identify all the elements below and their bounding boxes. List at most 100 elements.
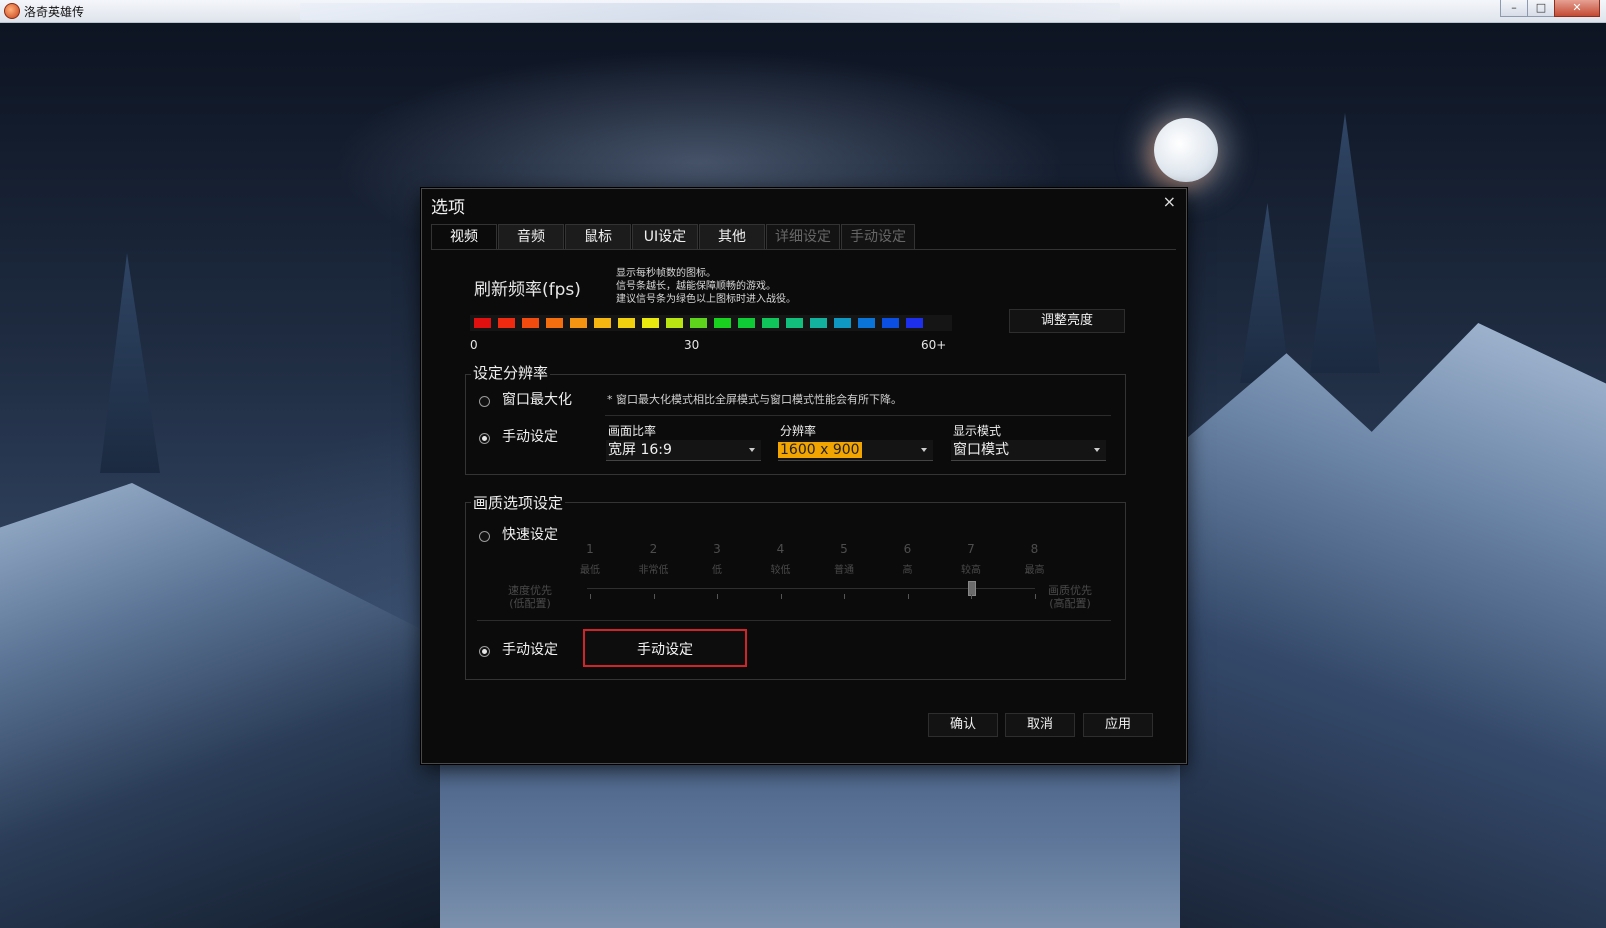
fps-meter-segment bbox=[666, 318, 683, 328]
quality-level-number: 3 bbox=[713, 542, 721, 556]
radio-manual-quality[interactable] bbox=[479, 646, 490, 657]
tab-detail-settings: 详细设定 bbox=[766, 224, 840, 250]
speed-priority-text: 速度优先 bbox=[508, 584, 552, 597]
chevron-down-icon bbox=[921, 448, 927, 452]
fps-label-min: 0 bbox=[470, 338, 478, 352]
tab-divider bbox=[431, 249, 1176, 250]
quality-slider-tick bbox=[971, 594, 972, 599]
speed-priority-sub: (低配置) bbox=[509, 597, 551, 610]
quality-slider-tick bbox=[907, 594, 909, 599]
quality-level-name: 最高 bbox=[1024, 565, 1045, 576]
apply-button[interactable]: 应用 bbox=[1083, 713, 1153, 737]
fps-meter-segment bbox=[762, 318, 779, 328]
manual-setting-button[interactable]: 手动设定 bbox=[583, 629, 747, 667]
fps-meter-segment bbox=[714, 318, 731, 328]
fps-label-max: 60+ bbox=[921, 338, 947, 352]
quality-level-name: 普通 bbox=[834, 565, 854, 576]
fps-label-mid: 30 bbox=[684, 338, 700, 352]
fps-meter-segment bbox=[594, 318, 611, 328]
quality-priority-sub: (高配置) bbox=[1049, 597, 1091, 610]
ice-spire bbox=[100, 253, 160, 473]
window-maximize-label: 窗口最大化 bbox=[502, 392, 572, 408]
tab-other[interactable]: 其他 bbox=[699, 224, 765, 250]
quality-level-name: 低 bbox=[712, 565, 722, 576]
ice-spire bbox=[1310, 113, 1380, 373]
fps-meter-segment bbox=[546, 318, 563, 328]
quality-slider-thumb[interactable] bbox=[968, 581, 976, 596]
fps-meter-segment bbox=[906, 318, 923, 328]
maximize-button[interactable]: □ bbox=[1527, 0, 1555, 17]
fps-meter-segment bbox=[882, 318, 899, 328]
fps-desc-line: 信号条越长，越能保障顺畅的游戏。 bbox=[616, 281, 776, 292]
fps-meter-segment bbox=[642, 318, 659, 328]
options-dialog: 选项 × 视频 音频 鼠标 UI设定 其他 详细设定 手动设定 刷新频率(fps… bbox=[421, 188, 1187, 764]
fps-meter-segment bbox=[474, 318, 491, 328]
quality-level-number: 7 bbox=[967, 542, 975, 556]
aspect-ratio-label: 画面比率 bbox=[608, 424, 657, 438]
dialog-title: 选项 bbox=[431, 198, 465, 218]
fps-meter-segment bbox=[690, 318, 707, 328]
quality-slider-tick bbox=[780, 594, 782, 599]
quality-group bbox=[465, 502, 1126, 680]
close-window-button[interactable]: ✕ bbox=[1554, 0, 1600, 17]
adjust-brightness-button[interactable]: 调整亮度 bbox=[1009, 309, 1125, 333]
manual-quality-label: 手动设定 bbox=[502, 642, 558, 658]
chevron-down-icon bbox=[1094, 448, 1100, 452]
ice-cliff-left bbox=[0, 483, 440, 928]
display-mode-select[interactable]: 窗口模式 bbox=[951, 440, 1106, 461]
resolution-group-title: 设定分辨率 bbox=[471, 362, 551, 383]
radio-quick-setting[interactable] bbox=[479, 531, 490, 542]
fps-meter-segment bbox=[738, 318, 755, 328]
fps-desc-line: 建议信号条为绿色以上图标时进入战役。 bbox=[616, 294, 796, 305]
tab-video[interactable]: 视频 bbox=[431, 224, 497, 250]
quality-level-number: 2 bbox=[649, 542, 658, 556]
fps-desc-line: 显示每秒帧数的图标。 bbox=[616, 268, 716, 279]
minimize-button[interactable]: – bbox=[1500, 0, 1528, 17]
ice-spire bbox=[1240, 203, 1290, 383]
resolution-divider bbox=[605, 415, 1111, 416]
blurred-toolbar bbox=[300, 3, 1120, 20]
quality-level-number: 8 bbox=[1030, 542, 1039, 556]
tab-audio[interactable]: 音频 bbox=[498, 224, 564, 250]
quality-level-number: 6 bbox=[903, 542, 912, 556]
app-icon bbox=[4, 3, 20, 19]
display-mode-value: 窗口模式 bbox=[953, 442, 1009, 458]
tab-manual-settings: 手动设定 bbox=[841, 224, 915, 250]
close-icon[interactable]: × bbox=[1163, 192, 1176, 211]
window-titlebar: 洛奇英雄传 – □ ✕ bbox=[0, 0, 1606, 23]
quality-level-number: 5 bbox=[840, 542, 848, 556]
fps-title: 刷新频率(fps) bbox=[474, 280, 581, 300]
tab-mouse[interactable]: 鼠标 bbox=[565, 224, 631, 250]
tab-bar: 视频 音频 鼠标 UI设定 其他 详细设定 手动设定 bbox=[431, 224, 916, 250]
quality-level-name: 较低 bbox=[770, 565, 791, 576]
ice-cliff-right bbox=[1180, 323, 1606, 928]
aspect-ratio-value: 宽屏 16:9 bbox=[608, 442, 672, 458]
manual-resolution-label: 手动设定 bbox=[502, 429, 558, 445]
display-mode-label: 显示模式 bbox=[953, 424, 1002, 438]
quality-divider bbox=[477, 620, 1111, 621]
cancel-button[interactable]: 取消 bbox=[1005, 713, 1075, 737]
resolution-select[interactable]: 1600 x 900 bbox=[778, 440, 933, 461]
window-title: 洛奇英雄传 bbox=[24, 5, 85, 19]
fps-meter bbox=[470, 315, 952, 331]
confirm-button[interactable]: 确认 bbox=[928, 713, 998, 737]
fps-meter-segment bbox=[498, 318, 515, 328]
radio-window-maximize[interactable] bbox=[479, 396, 490, 407]
radio-manual-resolution[interactable] bbox=[479, 433, 490, 444]
quick-setting-label: 快速设定 bbox=[502, 527, 558, 543]
window-maximize-note: * 窗口最大化模式相比全屏模式与窗口模式性能会有所下降。 bbox=[607, 393, 902, 406]
fps-meter-segment bbox=[786, 318, 803, 328]
quality-slider-tick bbox=[1034, 594, 1036, 599]
chevron-down-icon bbox=[749, 448, 755, 452]
speed-priority-label: 速度优先 (低配置) bbox=[508, 584, 552, 610]
fps-description: 显示每秒帧数的图标。 信号条越长，越能保障顺畅的游戏。 建议信号条为绿色以上图标… bbox=[616, 267, 796, 306]
quality-level-number: 4 bbox=[776, 542, 785, 556]
quality-level-name: 高 bbox=[902, 565, 913, 576]
moon bbox=[1154, 118, 1218, 182]
quality-priority-text: 画质优先 bbox=[1048, 584, 1092, 597]
aspect-ratio-select[interactable]: 宽屏 16:9 bbox=[606, 440, 761, 461]
resolution-value: 1600 x 900 bbox=[778, 442, 862, 458]
tab-ui-settings[interactable]: UI设定 bbox=[632, 224, 698, 250]
fps-meter-segment bbox=[618, 318, 635, 328]
quality-level-number: 1 bbox=[586, 542, 594, 556]
